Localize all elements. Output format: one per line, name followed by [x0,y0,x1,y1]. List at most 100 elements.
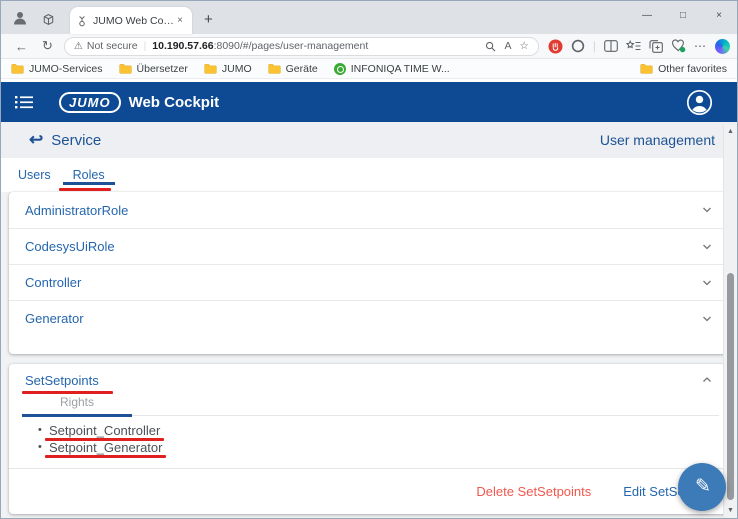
role-name: CodesysUiRole [25,239,115,254]
address-separator: | [144,41,147,52]
bookmark-label: JUMO-Services [29,63,103,75]
window-controls: — □ × [629,1,737,29]
role-row-setsetpoints[interactable]: SetSetpoints [9,370,729,390]
browser-essentials-icon[interactable] [671,39,686,53]
favorites-hub-icon[interactable] [626,40,641,53]
role-name: AdministratorRole [25,203,128,218]
extension-adblock-icon[interactable] [548,39,563,54]
favorite-star-icon[interactable]: ☆ [519,40,528,52]
tab-title: JUMO Web Cockpit [93,15,174,27]
chevron-down-icon[interactable] [701,241,713,253]
back-arrow-icon[interactable]: ↩ [29,130,43,150]
extensions-area: | ⋯ [548,39,730,54]
scrollbar-thumb[interactable] [727,273,734,500]
scroll-down-icon[interactable]: ▼ [724,507,737,514]
warning-icon: ⚠ [74,41,83,52]
site-favicon [76,15,88,27]
roles-accordion: AdministratorRole CodesysUiRole Controll… [9,192,729,354]
role-row-administratorrole[interactable]: AdministratorRole [9,192,729,228]
tab-close-icon[interactable]: × [174,15,186,26]
page-title: Service [51,132,101,149]
other-favorites-label: Other favorites [658,63,727,75]
url-host: 10.190.57.66 [152,40,213,52]
chevron-down-icon[interactable] [701,277,713,289]
bookmark-folder[interactable]: Geräte [268,63,318,75]
close-button[interactable]: × [701,1,737,29]
role-name: Controller [25,275,81,290]
browser-tab-strip: JUMO Web Cockpit × + — □ × [1,1,737,34]
url-path: :8090/#/pages/user-management [214,40,369,52]
menu-icon[interactable] [15,94,33,110]
copilot-icon[interactable] [715,39,730,54]
active-tab-indicator [63,182,115,185]
annotation-underline [59,188,111,191]
bookmark-folder[interactable]: JUMO [204,63,252,75]
read-aloud-icon[interactable]: A [504,40,511,52]
rights-list: • Setpoint_Controller • Setpoint_Generat… [9,422,729,456]
panel-actions: Delete SetSetpoints Edit SetSetpoints [9,468,729,514]
url-text[interactable]: 10.190.57.66:8090/#/pages/user-managemen… [152,40,477,52]
role-name: SetSetpoints [25,373,99,388]
service-bar: ↩ Service User management [1,122,737,158]
security-label[interactable]: Not secure [87,40,138,52]
split-screen-icon[interactable] [604,40,618,52]
role-row-generator[interactable]: Generator [9,300,729,336]
list-item: • Setpoint_Controller [49,422,729,439]
maximize-button[interactable]: □ [665,1,701,29]
page-scrollbar[interactable]: ▲ ▼ [723,125,737,517]
user-avatar-icon[interactable] [686,89,713,116]
page-subtitle: User management [600,132,715,148]
pencil-icon: ✎ [695,475,711,498]
annotation-underline [45,455,166,458]
list-item: • Setpoint_Generator [49,439,729,456]
address-bar[interactable]: ⚠ Not secure | 10.190.57.66:8090/#/pages… [64,37,539,56]
bookmark-folder[interactable]: Übersetzer [119,63,188,75]
rights-tab-bar: Rights [9,392,729,417]
right-name: Setpoint_Generator [49,440,162,455]
tab-users[interactable]: Users [13,158,56,192]
bookmark-label: JUMO [222,63,252,75]
bullet-icon: • [38,439,42,456]
minimize-button[interactable]: — [629,1,665,29]
collections-icon[interactable] [649,40,663,53]
browser-tab[interactable]: JUMO Web Cockpit × [70,7,192,34]
edit-fab-button[interactable]: ✎ [678,463,726,511]
bookmark-item[interactable]: INFONIQA TIME W... [334,63,450,75]
refresh-icon[interactable]: ↻ [35,38,60,54]
expanded-role-panel: SetSetpoints Rights • S [9,364,729,514]
right-name-text: Setpoint_Generator [49,440,162,455]
role-row-codesysuirole[interactable]: CodesysUiRole [9,228,729,264]
scroll-up-icon[interactable]: ▲ [724,128,737,135]
back-icon[interactable]: ← [8,39,35,54]
app-header: JUMO Web Cockpit [1,82,737,122]
tab-rights[interactable]: Rights [22,395,132,409]
new-tab-button[interactable]: + [204,15,213,25]
bookmark-label: INFONIQA TIME W... [351,63,450,75]
delete-setsetpoints-button[interactable]: Delete SetSetpoints [476,484,591,499]
web-page: JUMO Web Cockpit ↩ Service User manageme… [1,82,737,519]
chevron-down-icon[interactable] [701,204,713,216]
bookmark-label: Übersetzer [137,63,188,75]
tab-roles[interactable]: Roles [68,158,110,192]
bookmark-folder[interactable]: JUMO-Services [11,63,103,75]
extension-icon[interactable] [571,39,585,53]
right-name-text: Setpoint_Controller [49,423,160,438]
toolbar-separator: | [593,39,596,53]
rights-tab-indicator [22,414,132,417]
chevron-up-icon[interactable] [701,374,713,386]
chevron-down-icon[interactable] [701,313,713,325]
bullet-icon: • [38,422,42,439]
workspaces-icon[interactable] [41,12,56,27]
search-icon[interactable] [485,41,496,52]
role-row-controller[interactable]: Controller [9,264,729,300]
other-favorites-folder[interactable]: Other favorites [640,63,727,75]
role-name-text: SetSetpoints [25,373,99,388]
browser-window: JUMO Web Cockpit × + — □ × ← ↻ ⚠ Not sec… [0,0,738,519]
roles-content: AdministratorRole CodesysUiRole Controll… [1,192,737,514]
bookmarks-bar: JUMO-Services Übersetzer JUMO Geräte INF… [1,59,737,79]
app-title: Web Cockpit [129,94,220,111]
bookmark-label: Geräte [286,63,318,75]
more-options-icon[interactable]: ⋯ [694,39,707,53]
infoniqa-icon [334,63,346,75]
browser-profile-icon[interactable] [11,9,29,27]
